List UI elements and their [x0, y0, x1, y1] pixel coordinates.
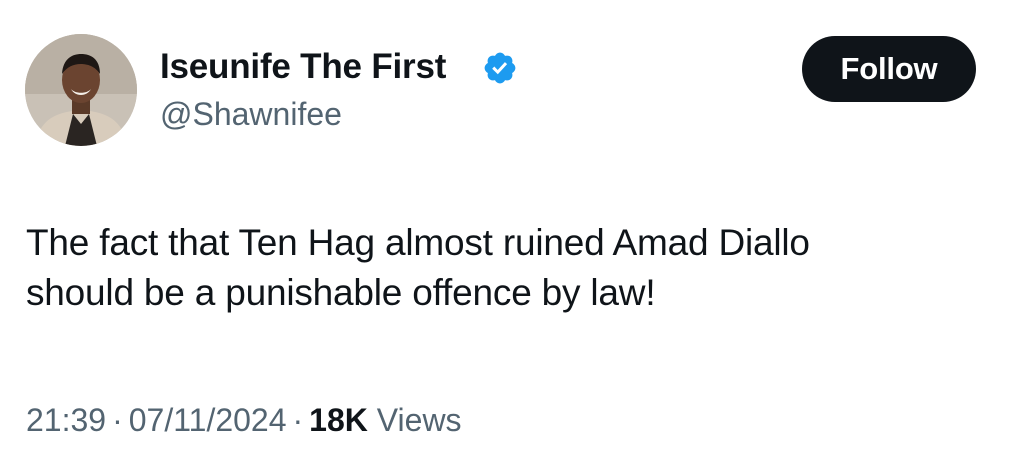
- tweet-time[interactable]: 21:39: [26, 402, 106, 438]
- user-handle[interactable]: @Shawnifee: [160, 94, 342, 134]
- tweet-text-line: The fact that Ten Hag almost ruined Amad…: [26, 222, 810, 263]
- tweet-date[interactable]: 07/11/2024: [129, 402, 287, 438]
- meta-separator: ·: [292, 402, 304, 438]
- verified-badge-icon: [484, 52, 516, 84]
- avatar[interactable]: [25, 34, 137, 146]
- tweet-text: The fact that Ten Hag almost ruined Amad…: [26, 218, 986, 318]
- views-label: Views: [376, 402, 462, 438]
- tweet-text-line: should be a punishable offence by law!: [26, 272, 656, 313]
- tweet-card: Iseunife The First @Shawnifee Follow The…: [0, 0, 1024, 466]
- avatar-photo-icon: [25, 34, 137, 146]
- tweet-meta: 21:39 · 07/11/2024 · 18K Views: [26, 398, 462, 442]
- display-name[interactable]: Iseunife The First: [160, 45, 446, 89]
- follow-button[interactable]: Follow: [802, 36, 976, 102]
- views-count[interactable]: 18K: [309, 402, 368, 438]
- meta-separator: ·: [112, 402, 123, 438]
